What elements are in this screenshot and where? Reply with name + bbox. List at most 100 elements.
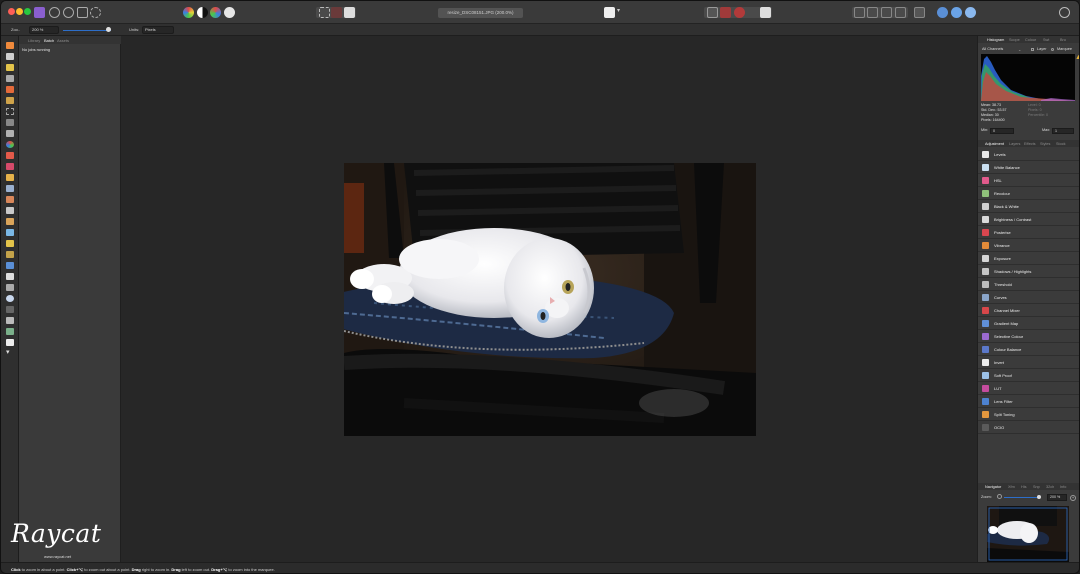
- tab-colour[interactable]: Colour: [1025, 38, 1036, 42]
- navigator-zoom-knob[interactable]: [1037, 495, 1041, 499]
- adjustment-item[interactable]: Colour Balance: [978, 343, 1079, 356]
- auto-contrast-icon[interactable]: [197, 7, 208, 18]
- adjustment-item[interactable]: Exposure: [978, 252, 1079, 265]
- adjustment-item[interactable]: LUT: [978, 382, 1079, 395]
- adjustment-item[interactable]: Channel Mixer: [978, 304, 1079, 317]
- flood-fill-icon[interactable]: [6, 130, 14, 137]
- inpainting-brush-icon[interactable]: [6, 207, 14, 214]
- healing-brush-icon[interactable]: [6, 218, 14, 225]
- export-persona-icon[interactable]: [90, 7, 101, 18]
- document-title[interactable]: resize_DSC08151.JPG (200.0%): [438, 8, 523, 18]
- adjustment-item[interactable]: Split Toning: [978, 408, 1079, 421]
- tab-scope[interactable]: Scope: [1009, 38, 1020, 42]
- pen-tool-icon[interactable]: [6, 251, 14, 258]
- adjustment-item[interactable]: Shadows / Highlights: [978, 265, 1079, 278]
- zoom-tool-icon[interactable]: [6, 295, 14, 302]
- dodge-brush-icon[interactable]: [6, 185, 14, 192]
- adjustment-item[interactable]: Recolour: [978, 187, 1079, 200]
- patch-tool-icon[interactable]: [6, 328, 14, 335]
- paint-brush-icon[interactable]: [6, 152, 14, 159]
- clone-brush-icon[interactable]: [6, 196, 14, 203]
- add-mask-icon[interactable]: [951, 7, 962, 18]
- smudge-brush-icon[interactable]: [6, 240, 14, 247]
- tab-styles[interactable]: Styles: [1040, 142, 1050, 146]
- tab-batch[interactable]: Batch: [44, 38, 54, 43]
- navigator-zoom-slider[interactable]: [1004, 497, 1040, 498]
- zoom-value-field[interactable]: 200 %: [29, 26, 59, 34]
- tab-transform[interactable]: Xfm: [1008, 485, 1015, 489]
- grid-icon[interactable]: [707, 7, 718, 18]
- tab-info[interactable]: Info: [1060, 485, 1066, 489]
- add-group-icon[interactable]: [965, 7, 976, 18]
- adjustment-item[interactable]: Levels: [978, 148, 1079, 161]
- zoom-out-icon[interactable]: [997, 494, 1002, 499]
- mesh-warp-icon[interactable]: [6, 306, 14, 313]
- blur-brush-icon[interactable]: [6, 229, 14, 236]
- tab-layers[interactable]: Layers: [1009, 142, 1020, 146]
- tab-history[interactable]: His: [1021, 485, 1026, 489]
- channel-select[interactable]: All Channels: [982, 47, 1003, 51]
- colour-picker-icon[interactable]: [6, 64, 14, 71]
- tab-32-channel[interactable]: 32ch: [1046, 485, 1054, 489]
- colour-replacement-icon[interactable]: [6, 163, 14, 170]
- rectangle-tool-icon[interactable]: [6, 262, 14, 269]
- tone-mapping-persona-icon[interactable]: [77, 7, 88, 18]
- navigator-zoom-field[interactable]: 200 %: [1047, 494, 1067, 501]
- text-tool-icon[interactable]: [6, 273, 14, 280]
- flood-select-icon[interactable]: [6, 97, 14, 104]
- crop-tool-icon[interactable]: [6, 75, 14, 82]
- adjustment-item[interactable]: Gradient Map: [978, 317, 1079, 330]
- chevron-down-icon[interactable]: ⌄: [1018, 47, 1021, 52]
- zoom-in-icon[interactable]: +: [1070, 494, 1076, 501]
- assistant-icon[interactable]: [734, 7, 745, 18]
- tab-navigator[interactable]: Navigator: [985, 485, 1001, 489]
- adjustment-item[interactable]: Vibrance: [978, 239, 1079, 252]
- mask-icon[interactable]: [344, 7, 355, 18]
- tab-stock[interactable]: Stock: [1056, 142, 1066, 146]
- erase-brush-icon[interactable]: [6, 174, 14, 181]
- move-tool-icon[interactable]: [6, 53, 14, 60]
- zoom-slider-knob[interactable]: [106, 27, 111, 32]
- freehand-selection-icon[interactable]: [6, 119, 14, 126]
- adjustment-item[interactable]: Posterise: [978, 226, 1079, 239]
- hand-tool-icon[interactable]: [6, 284, 14, 291]
- tab-effects[interactable]: Effects: [1024, 142, 1036, 146]
- deselect-icon[interactable]: [331, 7, 342, 18]
- adjustment-item[interactable]: Lens Filter: [978, 395, 1079, 408]
- adjustment-item[interactable]: Invert: [978, 356, 1079, 369]
- snapping-icon[interactable]: [720, 7, 731, 18]
- colour-swatch-icon[interactable]: [6, 339, 14, 346]
- marquee-tool-icon[interactable]: [6, 108, 14, 115]
- tab-adjustment[interactable]: Adjustment: [985, 142, 1004, 146]
- adjustment-item[interactable]: Black & White: [978, 200, 1079, 213]
- adjustment-item[interactable]: Threshold: [978, 278, 1079, 291]
- tab-histogram[interactable]: Histogram: [987, 38, 1004, 42]
- align-icon[interactable]: [867, 7, 878, 18]
- minimize-window-button[interactable]: [16, 8, 23, 15]
- tab-library[interactable]: Library: [28, 38, 40, 43]
- auto-colour-icon[interactable]: [210, 7, 221, 18]
- gradient-tool-icon[interactable]: [6, 141, 14, 148]
- min-field[interactable]: 0: [990, 128, 1014, 134]
- distribute-icon[interactable]: [881, 7, 892, 18]
- marquee-icon[interactable]: [319, 7, 330, 18]
- units-select[interactable]: Pixels: [142, 26, 174, 34]
- tab-swatches[interactable]: Swt: [1043, 38, 1049, 42]
- adjustment-item[interactable]: OCIO: [978, 421, 1079, 434]
- adjustment-item[interactable]: Curves: [978, 291, 1079, 304]
- max-field[interactable]: 1: [1052, 128, 1074, 134]
- photo-image[interactable]: [344, 163, 756, 436]
- add-pixel-layer-icon[interactable]: [937, 7, 948, 18]
- tab-brushes[interactable]: Bru: [1060, 38, 1066, 42]
- zoom-slider-track[interactable]: [63, 29, 111, 31]
- navigator-preview[interactable]: [987, 506, 1069, 562]
- adjustment-item[interactable]: White Balance: [978, 161, 1079, 174]
- adjustment-item[interactable]: HSL: [978, 174, 1079, 187]
- develop-persona-icon[interactable]: [63, 7, 74, 18]
- selection-brush-icon[interactable]: [6, 86, 14, 93]
- auto-levels-icon[interactable]: [183, 7, 194, 18]
- user-account-icon[interactable]: [1059, 7, 1070, 18]
- photo-persona-icon[interactable]: [34, 7, 45, 18]
- quick-mask-icon[interactable]: [604, 7, 615, 18]
- red-eye-icon[interactable]: [6, 317, 14, 324]
